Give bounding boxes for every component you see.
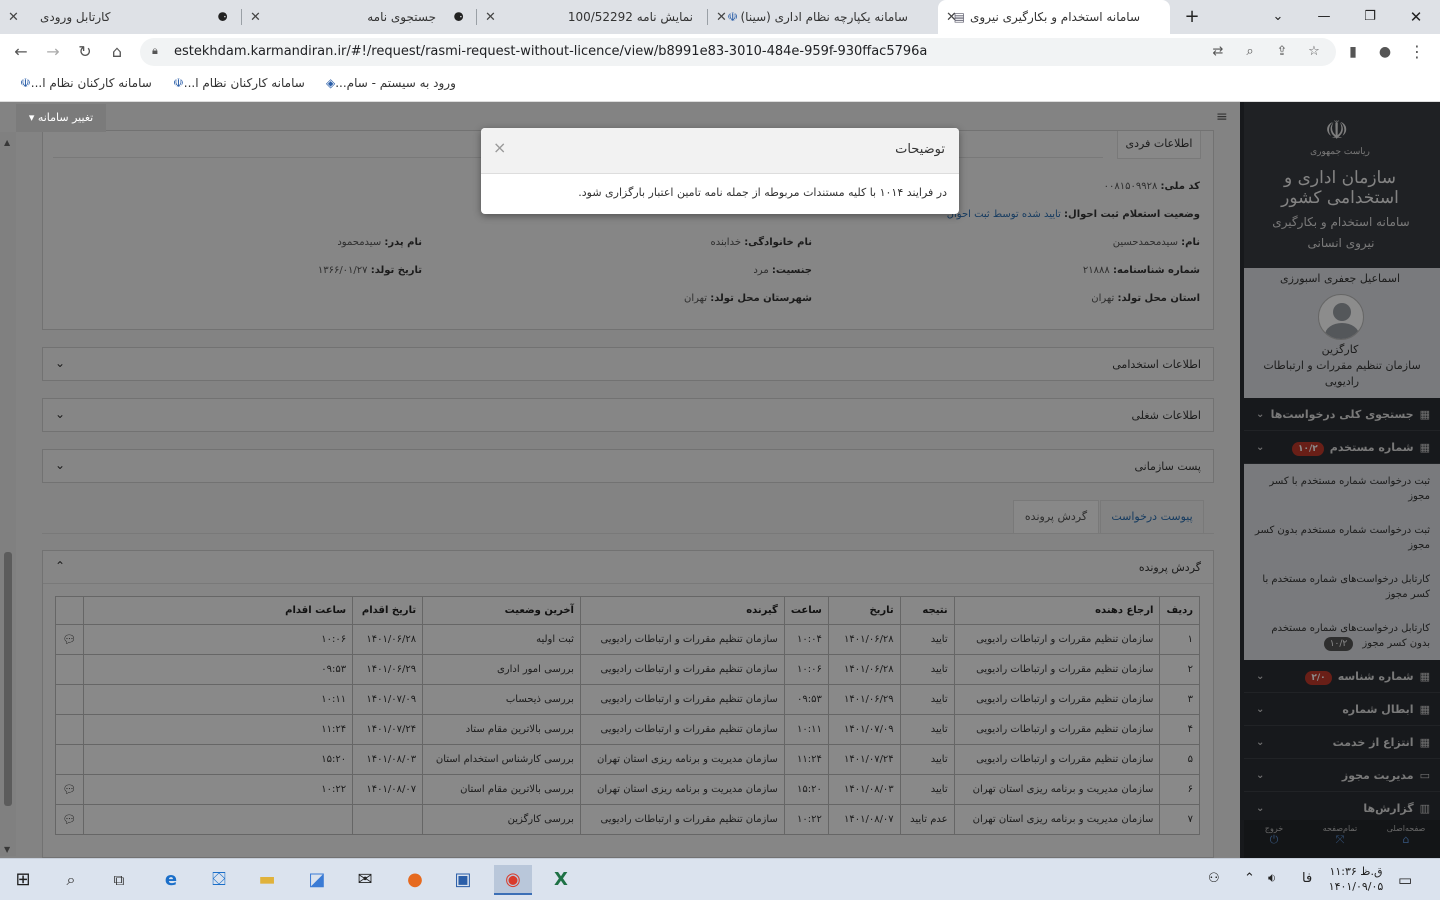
omnibox[interactable]: 🔒︎ estekhdam.karmandiran.ir/#!/request/r…	[140, 38, 1336, 66]
close-tab-icon[interactable]: ✕	[8, 10, 19, 25]
restore-icon[interactable]: ❐	[1358, 6, 1382, 28]
lock-icon: 🔒︎	[152, 44, 158, 57]
volume-icon[interactable]: 🔉︎	[1268, 871, 1276, 886]
remote-desktop-icon[interactable]: ▣	[444, 865, 482, 895]
minimize-icon[interactable]: —	[1312, 6, 1336, 28]
close-tab-icon[interactable]: ✕	[485, 10, 496, 25]
close-tab-icon[interactable]: ✕	[250, 10, 261, 25]
iran-emblem-icon: ☫	[727, 10, 738, 24]
tab-title: سامانه استخدام و بکارگیری نیروی ا	[970, 10, 1140, 24]
back-icon[interactable]: ←	[10, 41, 32, 63]
language-indicator[interactable]: فا	[1302, 871, 1312, 886]
bookmark-star-icon[interactable]: ☆	[1304, 42, 1324, 62]
tab-title: جستجوی نامه	[367, 10, 436, 24]
bookmark-label: ورود به سیستم - سام...	[335, 76, 456, 90]
zoom-icon[interactable]: ⌕	[1240, 42, 1260, 62]
tray-chevron-up-icon[interactable]: ⌃	[1244, 871, 1255, 886]
browser-tab[interactable]: ✕ نمایش نامه 100/52292	[477, 0, 707, 34]
store-icon[interactable]: ⛋	[200, 865, 238, 895]
excel-icon[interactable]: X	[542, 865, 580, 895]
tab-title: کارتابل ورودی	[40, 10, 111, 24]
close-tab-icon[interactable]: ✕	[716, 10, 727, 25]
sina-icon: ⚈	[453, 10, 464, 24]
share-icon[interactable]: ⇪	[1272, 42, 1292, 62]
address-bar-row: ← → ↻ ⌂ 🔒︎ estekhdam.karmandiran.ir/#!/r…	[0, 34, 1440, 70]
taskbar: ⊞ ⌕ ⧉ e ⛋ ▬ ◪ ✉ ● ▣ ◉ X ⚇ ⌃ 🔉︎ فا ق.ظ ۱۱…	[0, 858, 1440, 900]
bookmark-item[interactable]: ورود به سیستم - سام...◈	[320, 76, 456, 90]
clock[interactable]: ق.ظ ۱۱:۳۶ ۱۴۰۱/۰۹/۰۵	[1328, 864, 1384, 894]
browser-tab-strip: ✕ کارتابل ورودی ⚈ ✕ جستجوی نامه ⚈ ✕ نمای…	[0, 0, 1440, 34]
modal-body: در فرایند ۱۰۱۴ با کلیه مستندات مربوطه از…	[578, 186, 947, 199]
document-icon: ▤	[953, 10, 965, 24]
windows-start-icon[interactable]: ⊞	[4, 865, 42, 895]
modal-header: توضیحات ×	[481, 128, 959, 174]
app-icon[interactable]: ◪	[298, 865, 336, 895]
tab-title: نمایش نامه 100/52292	[567, 10, 693, 24]
notification-icon[interactable]: ▭	[1398, 871, 1412, 889]
file-explorer-icon[interactable]: ▬	[248, 865, 286, 895]
browser-tab[interactable]: ✕ جستجوی نامه ⚈	[242, 0, 476, 34]
sina-icon: ⚈	[217, 10, 228, 24]
reload-icon[interactable]: ↻	[74, 41, 96, 63]
translate-icon[interactable]: ⇄	[1208, 42, 1228, 62]
browser-tab[interactable]: ✕ کارتابل ورودی ⚈	[0, 0, 240, 34]
search-icon[interactable]: ⌕	[52, 865, 90, 895]
bookmark-label: سامانه کارکنان نظام ا...	[183, 76, 305, 90]
bookmark-label: سامانه کارکنان نظام ا...	[30, 76, 152, 90]
close-icon[interactable]: ×	[493, 138, 506, 157]
url-text[interactable]: estekhdam.karmandiran.ir/#!/request/rasm…	[174, 44, 927, 59]
menu-kebab-icon[interactable]: ⋮	[1406, 41, 1428, 63]
bookmarks-bar: ورود به سیستم - سام...◈ سامانه کارکنان ن…	[0, 70, 1440, 102]
browser-tab-active[interactable]: ✕ سامانه استخدام و بکارگیری نیروی ا ▤	[938, 0, 1170, 34]
firefox-icon[interactable]: ●	[396, 865, 434, 895]
chrome-icon[interactable]: ◉	[494, 865, 532, 895]
iran-emblem-icon: ☫	[173, 76, 184, 90]
forward-icon[interactable]: →	[42, 41, 64, 63]
modal-title: توضیحات	[895, 142, 945, 157]
new-tab-button[interactable]: +	[1180, 6, 1204, 28]
modal-backdrop[interactable]	[0, 102, 1440, 858]
tab-search-icon[interactable]: ⌄	[1266, 6, 1290, 28]
iran-emblem-icon: ☫	[20, 76, 31, 90]
tab-title: سامانه یکپارچه نظام اداری (سینا)	[740, 10, 908, 24]
browser-tab[interactable]: ✕ سامانه یکپارچه نظام اداری (سینا) ☫	[708, 0, 938, 34]
bookmark-item[interactable]: سامانه کارکنان نظام ا...☫	[14, 76, 152, 90]
close-window-icon[interactable]: ✕	[1404, 6, 1428, 28]
bookmark-icon: ◈	[326, 76, 336, 90]
switch-system-button[interactable]: تغییر سامانه ▾	[16, 104, 106, 132]
hamburger-menu-icon[interactable]: ≡	[1216, 109, 1228, 125]
task-view-icon[interactable]: ⧉	[100, 865, 138, 895]
profile-icon[interactable]: ●	[1374, 41, 1396, 63]
bookmark-item[interactable]: سامانه کارکنان نظام ا...☫	[167, 76, 305, 90]
sidepanel-icon[interactable]: ▮	[1342, 41, 1364, 63]
mail-icon[interactable]: ✉	[346, 865, 384, 895]
home-icon[interactable]: ⌂	[106, 41, 128, 63]
description-modal: توضیحات × در فرایند ۱۰۱۴ با کلیه مستندات…	[481, 128, 959, 214]
people-icon[interactable]: ⚇	[1208, 871, 1220, 886]
edge-icon[interactable]: e	[152, 865, 190, 895]
